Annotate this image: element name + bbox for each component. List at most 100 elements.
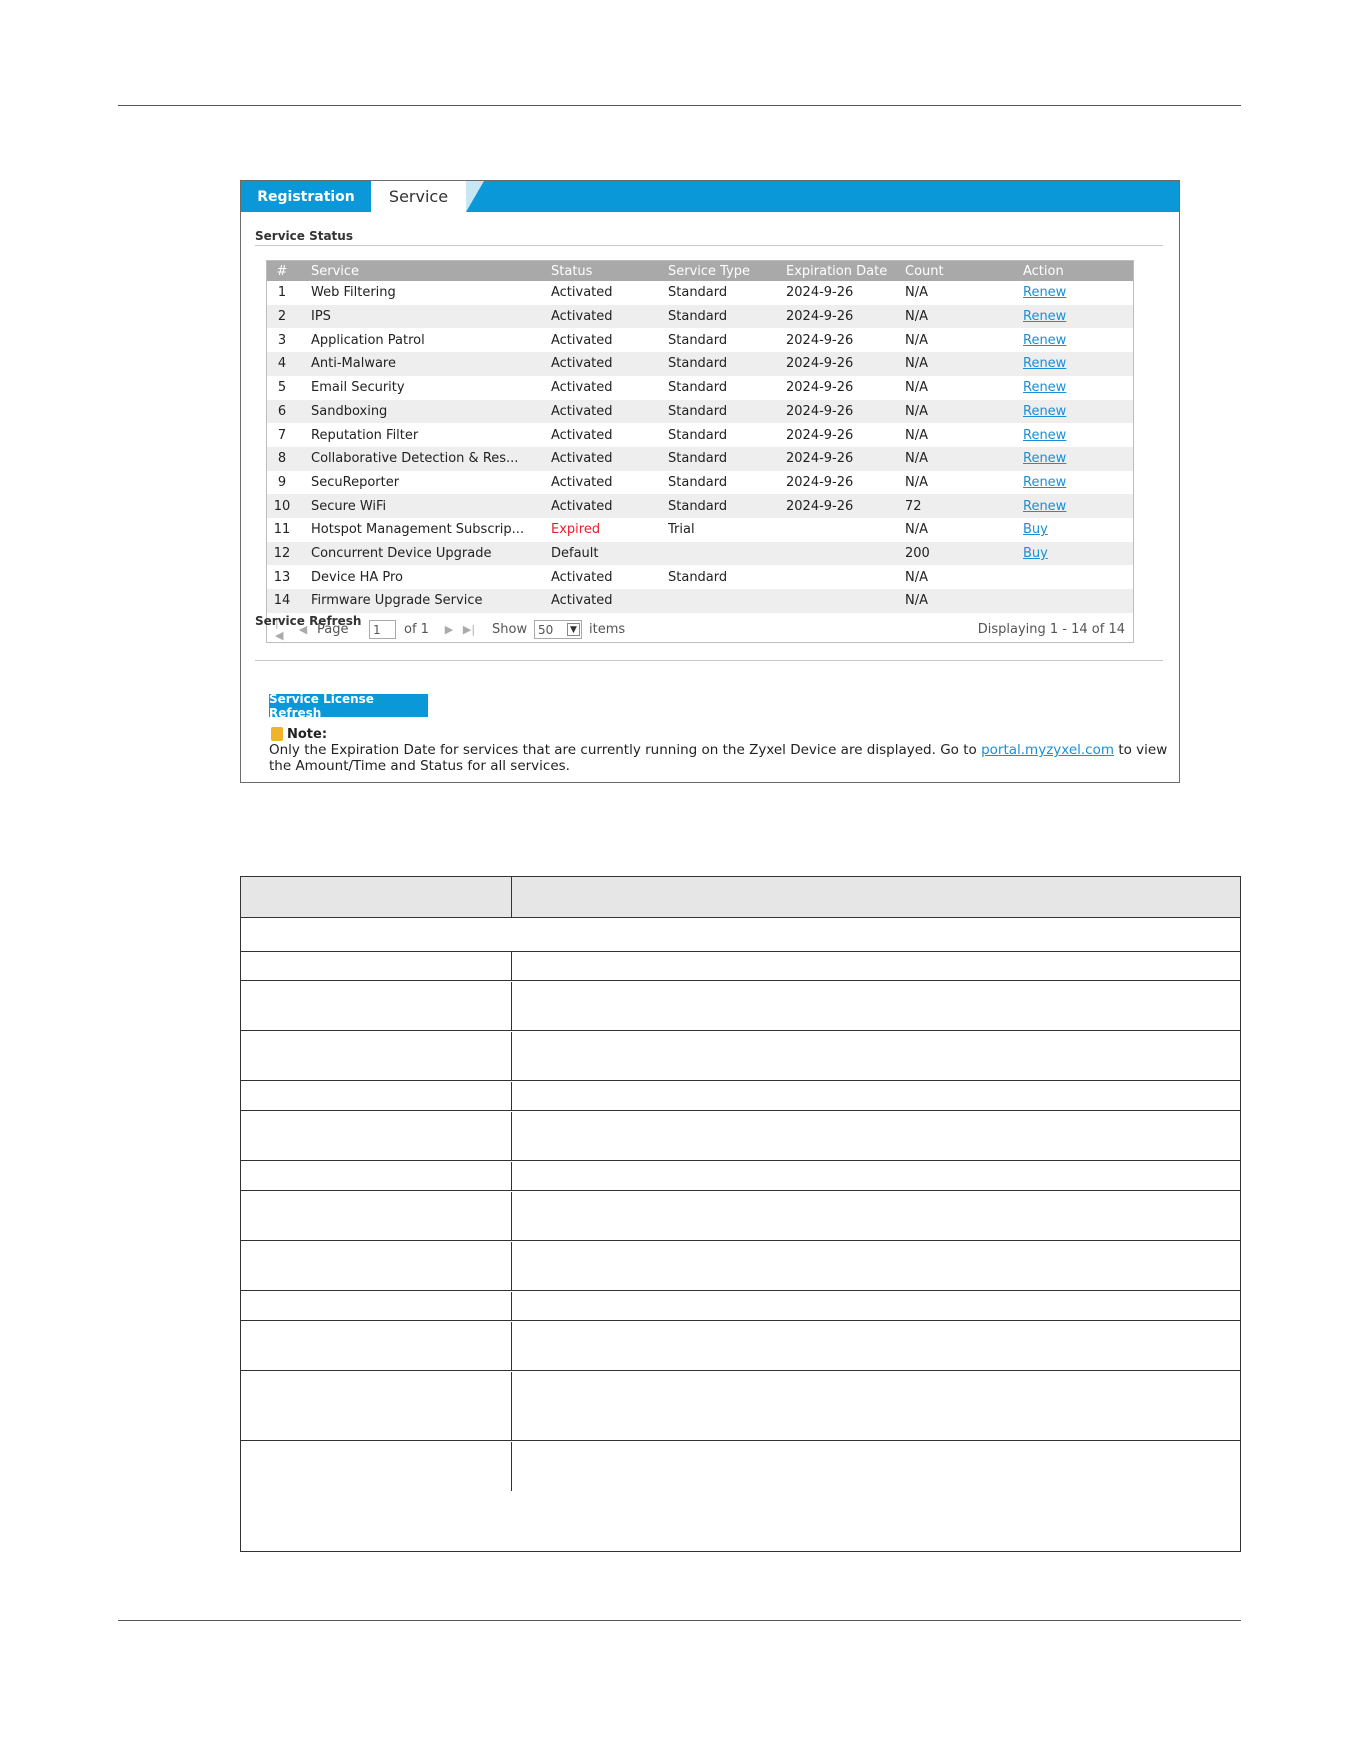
service-type: Standard (668, 498, 728, 514)
col-service-header[interactable]: Service (311, 261, 536, 281)
table-row[interactable]: 1 Web Filtering Activated Standard 2024-9-26… (267, 281, 1133, 305)
service-name: Firmware Upgrade Service (311, 593, 483, 609)
myzyxel-portal-link[interactable]: portal.myzyxel.com (981, 742, 1114, 758)
row-number: 10 (273, 498, 291, 514)
table-row[interactable]: 8 Collaborative Detection & Res... Activat… (267, 446, 1133, 471)
grid-header-row: # Service Status Service Type Expiration… (267, 261, 1133, 281)
expiration-date (786, 589, 896, 613)
table-row[interactable]: 6 Sandboxing Activated Standard 2024-9-26 N/A… (267, 399, 1133, 424)
row-action: Renew (1023, 423, 1123, 447)
expiration-date: 2024-9-26 (786, 332, 854, 348)
table-row[interactable]: 4 Anti-Malware Activated Standard 2024-9-26 N… (267, 352, 1133, 376)
service-status: Activated (551, 309, 613, 325)
table-row[interactable]: 13 Device HA Pro Activated Standard N/A (267, 565, 1133, 589)
col-status-header[interactable]: Status (551, 261, 661, 281)
tab-registration[interactable]: Registration (241, 181, 371, 212)
page-size-select[interactable]: 50 ▼ (534, 620, 582, 639)
col-action-header[interactable]: Action (1023, 261, 1123, 281)
row-number: 12 (273, 546, 291, 562)
table-row (241, 952, 1240, 981)
service-type: Standard (668, 332, 728, 348)
show-label: Show (492, 621, 528, 637)
renew-link[interactable]: Renew (1023, 356, 1066, 371)
renew-link[interactable]: Renew (1023, 451, 1066, 466)
note-label: Note: (287, 727, 328, 742)
service-type: Standard (668, 403, 728, 419)
table-row[interactable]: 12 Concurrent Device Upgrade Default 200 Buy (267, 541, 1133, 566)
table-row (241, 1112, 1240, 1161)
page-footer-rule (118, 1620, 1241, 1621)
table-row[interactable]: 11 Hotspot Management Subscrip... Expired T… (267, 518, 1133, 542)
table-row[interactable]: 2 IPS Activated Standard 2024-9-26 N/A Renew (267, 304, 1133, 329)
buy-link[interactable]: Buy (1023, 546, 1048, 561)
service-name: Sandboxing (311, 403, 388, 419)
service-status: Default (551, 546, 599, 562)
tab-service[interactable]: Service (371, 181, 466, 212)
service-status: Activated (551, 427, 613, 443)
expiration-date: 2024-9-26 (786, 427, 854, 443)
last-page-icon[interactable]: ▶| (463, 622, 475, 636)
service-status: Activated (551, 356, 613, 372)
expiration-date (786, 542, 896, 566)
renew-link[interactable]: Renew (1023, 499, 1066, 514)
expiration-date: 2024-9-26 (786, 285, 854, 301)
table-row[interactable]: 10 Secure WiFi Activated Standard 2024-9-26 7… (267, 494, 1133, 518)
row-number: 1 (277, 285, 287, 301)
expiration-date: 2024-9-26 (786, 498, 854, 514)
service-count: N/A (905, 569, 928, 585)
service-status: Activated (551, 451, 613, 467)
table-row (241, 1292, 1240, 1321)
renew-link[interactable]: Renew (1023, 475, 1066, 490)
renew-link[interactable]: Renew (1023, 380, 1066, 395)
col-service-type-header[interactable]: Service Type (668, 261, 778, 281)
tab-notch (466, 181, 484, 212)
table-row (241, 1322, 1240, 1371)
col-expiration-header[interactable]: Expiration Date (786, 261, 896, 281)
next-page-icon[interactable]: ▶ (443, 622, 455, 636)
renew-link[interactable]: Renew (1023, 428, 1066, 443)
service-count: N/A (905, 474, 928, 490)
col-number-header[interactable]: # (267, 261, 297, 281)
table-row[interactable]: 9 SecuReporter Activated Standard 2024-9-26 N… (267, 471, 1133, 495)
service-status-divider (255, 245, 1163, 246)
chevron-down-icon[interactable]: ▼ (567, 623, 580, 636)
service-type: Standard (668, 380, 728, 396)
service-status: Activated (551, 498, 613, 514)
service-status: Activated (551, 380, 613, 396)
service-type: Standard (668, 427, 728, 443)
row-number: 4 (277, 356, 287, 372)
table-row[interactable]: 3 Application Patrol Activated Standard 2024… (267, 328, 1133, 352)
renew-link[interactable]: Renew (1023, 309, 1066, 324)
service-license-refresh-button[interactable]: Service License Refresh (269, 692, 428, 720)
row-number: 5 (277, 380, 287, 396)
table-row[interactable]: 7 Reputation Filter Activated Standard 2024-… (267, 423, 1133, 447)
buy-link[interactable]: Buy (1023, 522, 1048, 537)
renew-link[interactable]: Renew (1023, 285, 1066, 300)
expiration-date: 2024-9-26 (786, 356, 854, 372)
row-action: Renew (1023, 305, 1123, 329)
table-row[interactable]: 14 Firmware Upgrade Service Activated N/A (267, 589, 1133, 613)
renew-link[interactable]: Renew (1023, 333, 1066, 348)
row-number: 13 (273, 569, 291, 585)
service-count: N/A (905, 356, 928, 372)
service-status-grid: # Service Status Service Type Expiration… (266, 260, 1134, 643)
renew-link[interactable]: Renew (1023, 404, 1066, 419)
note-text-before: Only the Expiration Date for services th… (269, 742, 982, 758)
service-status-title: Service Status (255, 229, 353, 243)
row-action: Buy (1023, 518, 1123, 542)
page-number-input[interactable]: 1 (369, 620, 396, 639)
service-status: Activated (551, 403, 613, 419)
expiration-date: 2024-9-26 (786, 451, 854, 467)
table-row (241, 1242, 1240, 1291)
service-count: N/A (905, 309, 928, 325)
table-section-row (241, 918, 1240, 952)
service-status: Activated (551, 593, 613, 609)
service-status: Activated (551, 569, 613, 585)
expiration-date: 2024-9-26 (786, 403, 854, 419)
row-action: Renew (1023, 352, 1123, 376)
table-row[interactable]: 5 Email Security Activated Standard 2024-9-2… (267, 376, 1133, 400)
row-number: 9 (277, 474, 287, 490)
table-row (241, 1372, 1240, 1441)
service-type (668, 589, 778, 613)
col-count-header[interactable]: Count (905, 261, 1005, 281)
